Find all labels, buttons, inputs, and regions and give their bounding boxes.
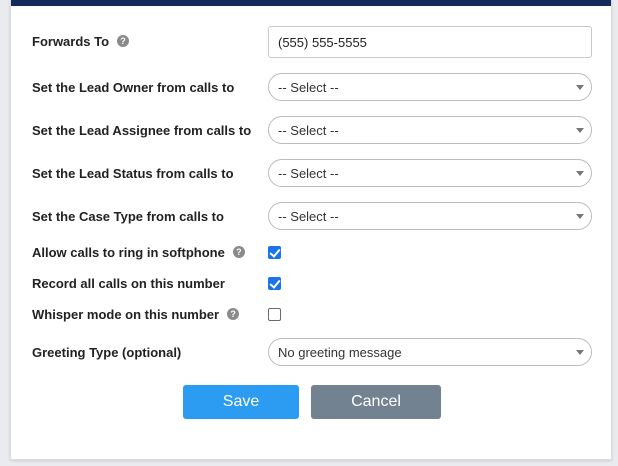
cancel-button[interactable]: Cancel [311, 385, 441, 419]
greeting-type-label: Greeting Type (optional) [32, 344, 182, 360]
lead-status-select[interactable]: -- Select -- [268, 159, 592, 187]
chevron-down-icon [576, 214, 584, 219]
case-type-label: Set the Case Type from calls to [32, 208, 224, 224]
call-forwarding-modal: Forwards To ? Set the Lead Owner from ca… [10, 0, 612, 460]
record-calls-label: Record all calls on this number [32, 275, 225, 291]
case-type-select[interactable]: -- Select -- [268, 202, 592, 230]
chevron-down-icon [576, 85, 584, 90]
case-type-selected-value: -- Select -- [278, 208, 339, 224]
greeting-type-select[interactable]: No greeting message [268, 338, 592, 366]
chevron-down-icon [576, 128, 584, 133]
chevron-down-icon [576, 350, 584, 355]
lead-owner-label: Set the Lead Owner from calls to [32, 79, 235, 95]
forwards-to-help-icon[interactable]: ? [117, 35, 130, 47]
allow-softphone-checkbox[interactable] [268, 246, 281, 259]
greeting-type-selected-value: No greeting message [278, 344, 402, 360]
allow-softphone-label: Allow calls to ring in softphone ? [32, 242, 245, 262]
modal-header-bar [11, 0, 611, 6]
forwards-to-input[interactable] [268, 26, 592, 58]
lead-status-label: Set the Lead Status from calls to [32, 165, 234, 181]
lead-status-selected-value: -- Select -- [278, 165, 339, 181]
lead-assignee-selected-value: -- Select -- [278, 122, 339, 138]
lead-assignee-label: Set the Lead Assignee from calls to [32, 122, 252, 138]
forwards-to-label: Forwards To ? [32, 31, 130, 51]
whisper-mode-label-text: Whisper mode on this number [32, 306, 220, 322]
allow-softphone-help-icon[interactable]: ? [232, 246, 245, 258]
record-calls-checkbox[interactable] [268, 277, 281, 290]
lead-assignee-select[interactable]: -- Select -- [268, 116, 592, 144]
allow-softphone-label-text: Allow calls to ring in softphone [32, 244, 225, 260]
whisper-mode-help-icon[interactable]: ? [227, 308, 240, 320]
lead-owner-select[interactable]: -- Select -- [268, 73, 592, 101]
whisper-mode-checkbox[interactable] [268, 308, 281, 321]
chevron-down-icon [576, 171, 584, 176]
whisper-mode-label: Whisper mode on this number ? [32, 304, 240, 324]
forwards-to-label-text: Forwards To [32, 33, 110, 49]
lead-owner-selected-value: -- Select -- [278, 79, 339, 95]
save-button[interactable]: Save [183, 385, 299, 419]
